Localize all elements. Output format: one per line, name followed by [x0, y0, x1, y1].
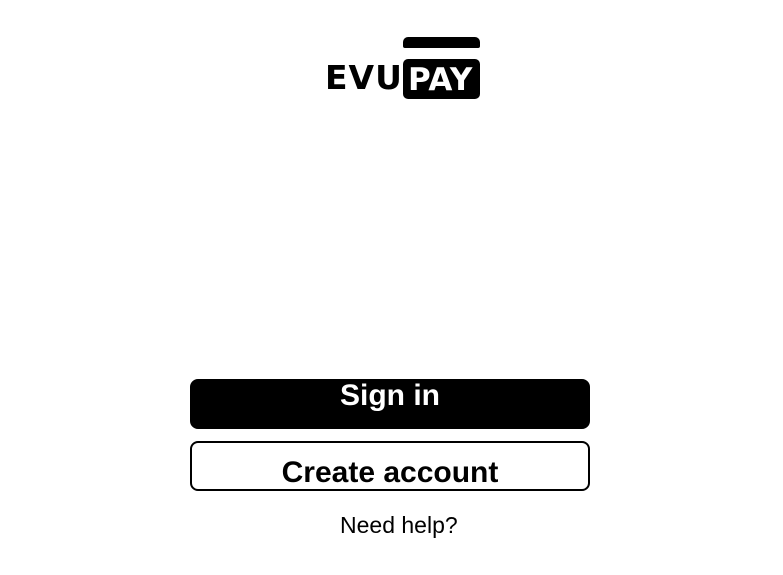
- sign-in-button[interactable]: Sign in: [190, 379, 590, 429]
- need-help-link[interactable]: Need help?: [340, 512, 458, 539]
- evupay-logo: EVU PAY: [323, 37, 481, 101]
- logo-text-evu: EVU: [325, 58, 403, 97]
- create-account-button[interactable]: Create account: [190, 441, 590, 491]
- logo-card-bar: [403, 37, 480, 48]
- logo-text-pay: PAY: [408, 62, 473, 98]
